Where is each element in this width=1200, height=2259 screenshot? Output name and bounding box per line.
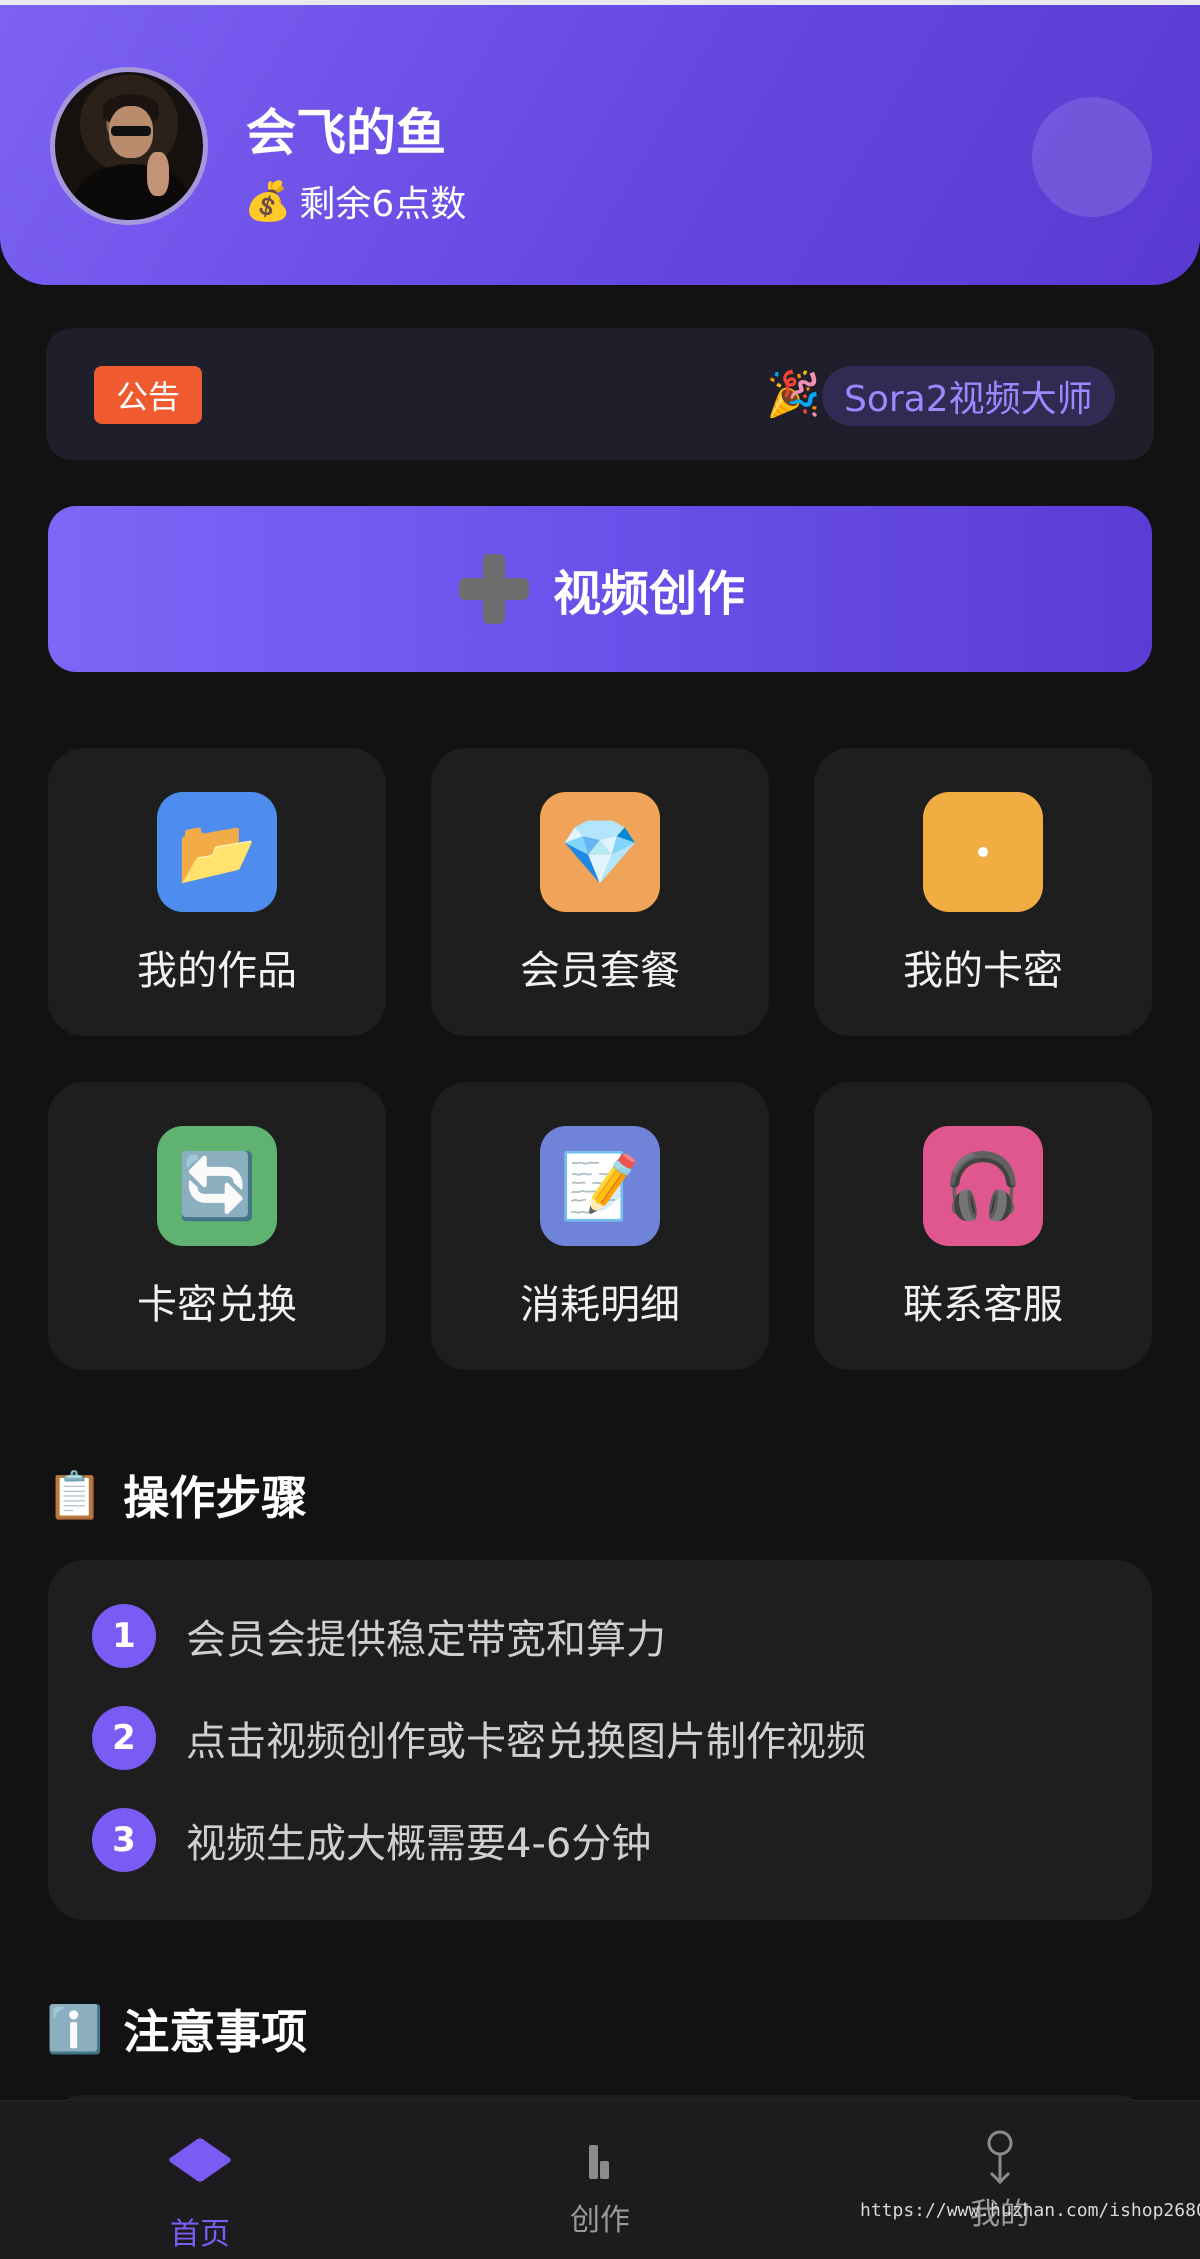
video-create-button[interactable]: 视频创作 xyxy=(48,506,1152,672)
menu-label: 卡密兑换 xyxy=(137,1282,297,1328)
dot-icon xyxy=(923,792,1043,912)
menu-label: 消耗明细 xyxy=(520,1282,680,1328)
notice-bar[interactable]: 公告 🎉 Sora2视频大师 xyxy=(46,328,1154,460)
menu-label: 我的作品 xyxy=(137,948,297,994)
refresh-arrows-icon: 🔄 xyxy=(157,1126,277,1246)
nav-create[interactable]: 创作 xyxy=(500,2129,700,2239)
menu-card-redeem[interactable]: 🔄 卡密兑换 xyxy=(48,1082,386,1370)
menu-label: 联系客服 xyxy=(903,1282,1063,1328)
step-item: 3 视频生成大概需要4-6分钟 xyxy=(92,1808,651,1872)
menu-my-works[interactable]: 📂 我的作品 xyxy=(48,748,386,1036)
username: 会飞的鱼 xyxy=(246,104,446,162)
steps-section-title: 📋 操作步骤 xyxy=(46,1467,308,1526)
nav-home-label: 首页 xyxy=(170,2217,230,2252)
profile-header: 会飞的鱼 💰 剩余6点数 xyxy=(0,5,1200,285)
step-item: 2 点击视频创作或卡密兑换图片制作视频 xyxy=(92,1706,866,1770)
info-icon: ℹ️ xyxy=(46,2001,104,2056)
steps-card: 1 会员会提供稳定带宽和算力 2 点击视频创作或卡密兑换图片制作视频 3 视频生… xyxy=(48,1560,1152,1920)
menu-customer-service[interactable]: 🎧 联系客服 xyxy=(814,1082,1152,1370)
headphones-icon: 🎧 xyxy=(923,1126,1043,1246)
step-text: 视频生成大概需要4-6分钟 xyxy=(186,1821,652,1867)
nav-home[interactable]: 首页 xyxy=(100,2129,300,2253)
menu-usage-details[interactable]: 📝 消耗明细 xyxy=(431,1082,769,1370)
create-button-label: 视频创作 xyxy=(552,566,745,622)
folder-icon: 📂 xyxy=(157,792,277,912)
watermark-text: https://www.huzhan.com/ishop26804 xyxy=(860,2200,1200,2221)
bar-chart-icon xyxy=(585,2133,615,2185)
step-number: 2 xyxy=(92,1706,156,1770)
notice-tag: 公告 xyxy=(94,366,202,424)
clipboard-icon: 📋 xyxy=(46,1467,104,1522)
plus-icon xyxy=(455,550,533,628)
person-pin-icon xyxy=(987,2130,1013,2185)
points-balance: 💰 剩余6点数 xyxy=(244,175,466,227)
bottom-nav: 首页 创作 我的 xyxy=(0,2100,1200,2259)
step-item: 1 会员会提供稳定带宽和算力 xyxy=(92,1604,666,1668)
header-decor-circle xyxy=(1032,97,1152,217)
notice-message: Sora2视频大师 xyxy=(822,366,1115,426)
menu-my-cards[interactable]: 我的卡密 xyxy=(814,748,1152,1036)
menu-label: 会员套餐 xyxy=(520,948,680,994)
step-text: 点击视频创作或卡密兑换图片制作视频 xyxy=(186,1719,866,1765)
menu-label: 我的卡密 xyxy=(903,948,1063,994)
nav-create-label: 创作 xyxy=(570,2203,630,2238)
notes-section-title: ℹ️ 注意事项 xyxy=(46,2001,308,2060)
money-bag-icon: 💰 xyxy=(244,178,292,223)
home-diamond-icon xyxy=(167,2137,233,2183)
step-number: 3 xyxy=(92,1808,156,1872)
gem-icon: 💎 xyxy=(540,792,660,912)
avatar[interactable] xyxy=(50,67,208,225)
points-label: 剩余6点数 xyxy=(299,184,467,225)
step-number: 1 xyxy=(92,1604,156,1668)
menu-membership[interactable]: 💎 会员套餐 xyxy=(431,748,769,1036)
party-popper-icon: 🎉 xyxy=(766,369,821,420)
memo-icon: 📝 xyxy=(540,1126,660,1246)
step-text: 会员会提供稳定带宽和算力 xyxy=(186,1617,666,1663)
